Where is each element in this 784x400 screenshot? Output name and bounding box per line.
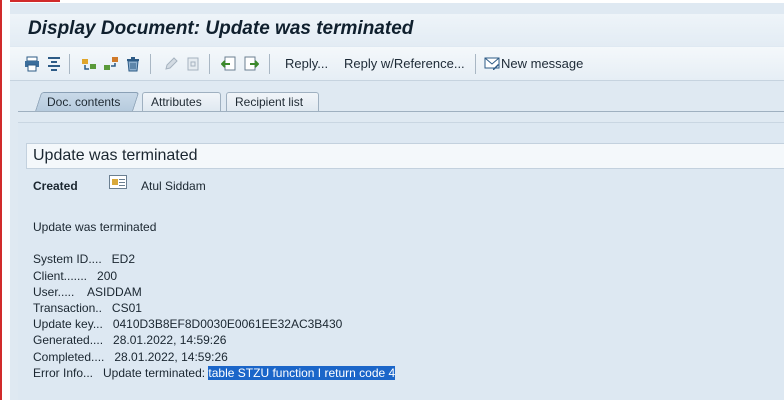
body-line: Generated.... 28.01.2022, 14:59:26 — [33, 333, 227, 348]
reply-button[interactable]: Reply... — [285, 56, 328, 71]
new-message-button[interactable]: New message — [501, 56, 583, 71]
reply-with-reference-button[interactable]: Reply w/Reference... — [344, 56, 465, 71]
print-icon[interactable] — [23, 55, 41, 73]
error-info-prefix: Error Info... Update terminated: — [33, 365, 209, 380]
application-toolbar: Reply... Reply w/Reference... New messag… — [10, 47, 784, 81]
edit-icon — [162, 55, 180, 73]
toolbar-separator — [69, 54, 70, 74]
tab-attributes[interactable]: Attributes — [142, 92, 221, 112]
body-line: Client....... 200 — [33, 268, 118, 283]
user-details-icon[interactable] — [109, 175, 127, 189]
delete-icon[interactable] — [124, 55, 142, 73]
toolbar-separator — [209, 54, 210, 74]
text-format-icon[interactable] — [45, 55, 63, 73]
toolbar-separator — [269, 54, 270, 74]
new-message-icon[interactable] — [483, 55, 501, 73]
body-line: Update key... 0410D3B8EF8D0030E0061EE32A… — [33, 317, 343, 332]
title-bar: Display Document: Update was terminated — [10, 14, 784, 46]
error-info-line: Error Info... Update terminated: table S… — [33, 365, 396, 381]
document-content-panel: Update was terminated Created Atul Sidda… — [18, 122, 784, 400]
document-body: Update was terminated System ID.... ED2 … — [33, 219, 396, 381]
created-label: Created — [33, 179, 78, 193]
distribute-icon[interactable] — [102, 55, 120, 73]
previous-document-icon[interactable] — [220, 55, 238, 73]
subject-box: Update was terminated — [26, 143, 784, 169]
selected-error-text[interactable]: table STZU function I return code 4 — [208, 365, 396, 380]
document-subject: Update was terminated — [33, 147, 198, 164]
forward-icon[interactable] — [80, 55, 98, 73]
attach-icon — [184, 55, 202, 73]
body-line: User..... ASIDDAM — [33, 284, 142, 299]
created-by-name: Atul Siddam — [141, 179, 206, 193]
body-heading: Update was terminated — [33, 220, 157, 234]
window-title: Display Document: Update was terminated — [28, 18, 414, 39]
body-line: Completed.... 28.01.2022, 14:59:26 — [33, 349, 228, 364]
body-line: System ID.... ED2 — [33, 252, 136, 267]
tab-divider — [18, 111, 784, 112]
toolbar-separator — [475, 54, 476, 74]
window-left-border — [0, 0, 10, 400]
body-line: Transaction.. CS01 — [33, 300, 142, 315]
tab-doc-contents[interactable]: Doc. contents — [34, 92, 140, 112]
tab-recipient-list[interactable]: Recipient list — [226, 92, 319, 112]
window-top-border — [0, 0, 784, 3]
toolbar-separator — [150, 54, 151, 74]
next-document-icon[interactable] — [242, 55, 260, 73]
